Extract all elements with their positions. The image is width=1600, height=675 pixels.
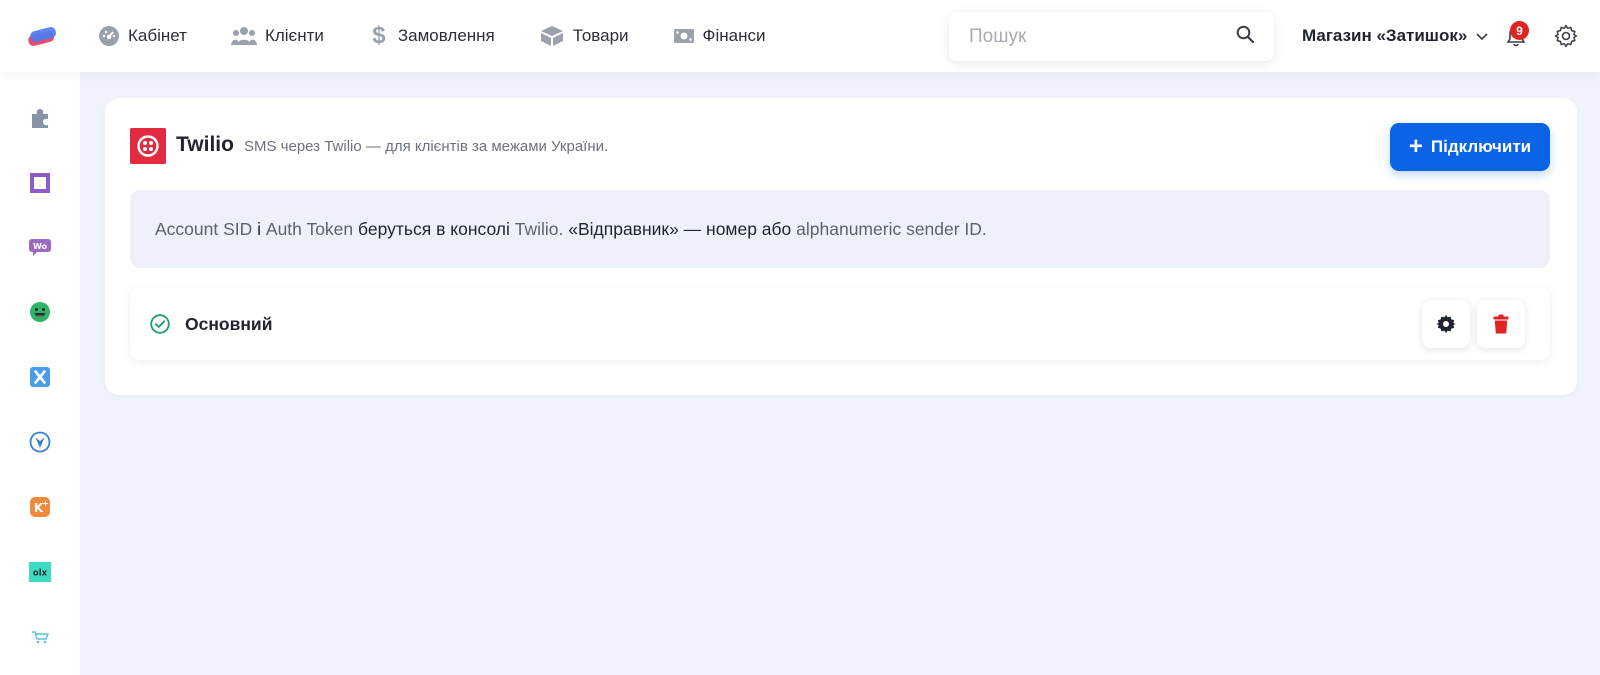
connect-button[interactable]: + Підключити	[1390, 123, 1550, 171]
info-part: alphanumeric sender ID.	[796, 218, 987, 239]
sidebar-item-x-app[interactable]	[28, 365, 52, 389]
app-logo[interactable]	[26, 24, 58, 48]
search-box	[949, 12, 1274, 61]
account-name: Основний	[185, 314, 273, 334]
x-app-icon	[30, 367, 50, 387]
check-circle-icon	[150, 314, 170, 334]
account-delete-button[interactable]	[1477, 300, 1525, 348]
smiley-app-icon	[30, 302, 50, 322]
sidebar-item-olx[interactable]: olx	[28, 560, 52, 584]
sidebar-item-vchasno[interactable]	[28, 430, 52, 454]
connect-button-label: Підключити	[1430, 137, 1532, 156]
svg-text:Wo: Wo	[33, 242, 48, 251]
box-icon	[539, 25, 565, 47]
twilio-icon	[137, 135, 159, 157]
top-bar: Кабінет Клієнти $ Замовлення Товари Фіна…	[0, 0, 1600, 72]
plus-icon: +	[1408, 133, 1423, 160]
nav-label-orders: Замовлення	[397, 26, 495, 45]
chevron-down-icon	[1475, 26, 1489, 46]
k-plus-icon: K+	[30, 497, 50, 517]
cart-app-icon	[32, 631, 49, 644]
olx-icon: olx	[29, 562, 51, 582]
store-name: Магазин «Затишок»	[1302, 26, 1468, 45]
sidebar: Wo K + olx	[0, 72, 80, 675]
nav-label-clients: Клієнти	[264, 26, 324, 45]
sidebar-item-k-plus[interactable]: K +	[28, 495, 52, 519]
sidebar-item-smiley-app[interactable]	[28, 300, 52, 324]
store-selector[interactable]: Магазин «Затишок»	[1302, 0, 1489, 72]
info-part: Twilio.	[514, 218, 564, 239]
search-input[interactable]	[969, 25, 1236, 48]
nav-label-products: Товари	[572, 26, 629, 45]
svg-text:+: +	[42, 499, 49, 508]
trash-icon	[1493, 314, 1509, 334]
main-nav: Кабінет Клієнти $ Замовлення Товари Фіна…	[98, 0, 809, 72]
dashboard-icon	[98, 25, 120, 47]
nav-item-products[interactable]: Товари	[539, 0, 629, 72]
integration-description: SMS через Twilio — для клієнтів за межам…	[244, 138, 609, 155]
square-app-icon	[30, 173, 50, 193]
info-part: і	[252, 218, 266, 239]
sidebar-item-woo[interactable]: Wo	[28, 235, 52, 259]
account-row: Основний	[130, 288, 1550, 360]
nav-item-dashboard[interactable]: Кабінет	[98, 0, 187, 72]
dollar-icon: $	[372, 22, 386, 49]
sidebar-item-cart-app[interactable]	[28, 625, 52, 649]
puzzle-icon	[32, 109, 48, 128]
sidebar-item-integrations[interactable]	[28, 106, 52, 130]
integration-title: Twilio	[176, 133, 234, 156]
info-note: Account SID і Auth Token беруться в конс…	[130, 190, 1550, 268]
info-part: «Відправник» — номер або	[563, 218, 797, 239]
woo-icon: Wo	[29, 239, 51, 256]
gear-icon	[1436, 314, 1456, 334]
twilio-logo	[130, 128, 166, 164]
vchasno-icon	[29, 431, 51, 453]
info-part: Account SID	[155, 218, 253, 239]
integration-card: Twilio SMS через Twilio — для клієнтів з…	[105, 98, 1577, 395]
nav-label-dashboard: Кабінет	[128, 26, 187, 45]
info-part: беруться в консолі	[353, 218, 515, 239]
info-text: Account SID і Auth Token беруться в конс…	[155, 219, 987, 240]
users-icon	[230, 25, 257, 47]
svg-text:olx: olx	[33, 569, 48, 579]
account-settings-button[interactable]	[1422, 300, 1470, 348]
notification-badge: 9	[1510, 21, 1529, 40]
nav-item-finance[interactable]: Фінанси	[673, 0, 766, 72]
nav-item-orders[interactable]: $ Замовлення	[368, 0, 495, 72]
nav-item-clients[interactable]: Клієнти	[230, 0, 324, 72]
info-part: Auth Token	[265, 218, 354, 239]
search-icon[interactable]	[1236, 25, 1255, 48]
settings-icon[interactable]	[1554, 24, 1578, 48]
money-icon	[673, 25, 695, 47]
sidebar-item-square-app[interactable]	[28, 171, 52, 195]
nav-label-finance: Фінанси	[702, 26, 766, 45]
